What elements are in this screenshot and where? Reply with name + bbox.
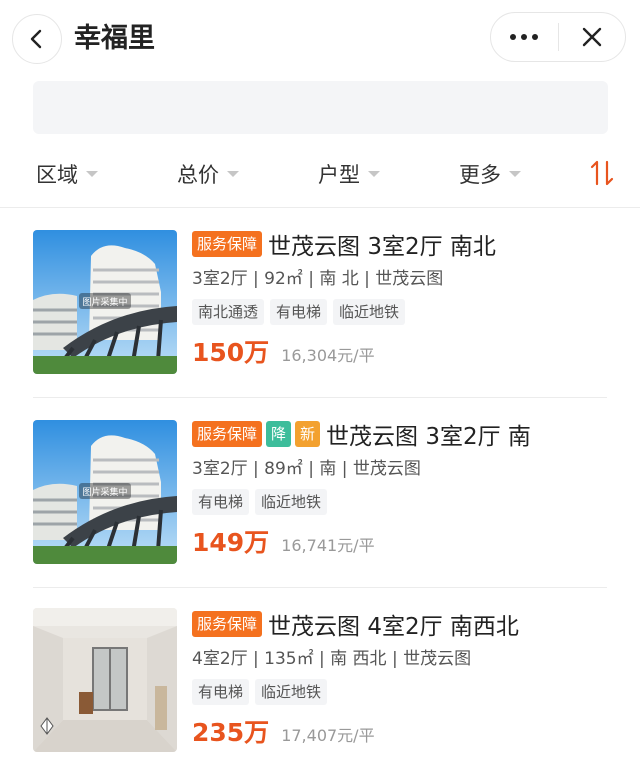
chevron-left-icon (30, 29, 42, 49)
tag: 有电梯 (270, 299, 328, 325)
building-photo: 图片采集中 (33, 420, 177, 564)
listing-thumbnail: 图片采集中 (33, 230, 177, 374)
filter-bar: 区域 总价 户型 更多 (0, 140, 640, 208)
tag: 临近地铁 (255, 489, 328, 515)
listing-meta: 3室2厅 | 92㎡ | 南 北 | 世茂云图 (192, 269, 444, 289)
price-drop-badge: 降 (266, 421, 292, 447)
total-price: 235万 (192, 718, 270, 747)
listing-info: 服务保障 世茂云图 3室2厅 南北 3室2厅 | 92㎡ | 南 北 | 世茂云… (192, 228, 616, 369)
search-area (0, 78, 640, 140)
price-row: 149万 16,741元/平 (192, 523, 616, 559)
listing-meta: 3室2厅 | 89㎡ | 南 | 世茂云图 (192, 459, 421, 479)
listing-card[interactable]: 图片采集中 服务保障 世茂云图 3室2厅 南北 3室2厅 | 92㎡ | 南 北… (0, 208, 640, 398)
filter-label: 户型 (318, 163, 360, 187)
caret-down-icon (368, 171, 380, 177)
filter-layout[interactable]: 户型 (318, 158, 380, 190)
price-row: 150万 16,304元/平 (192, 333, 616, 369)
price-row: 235万 17,407元/平 (192, 713, 616, 749)
new-badge: 新 (295, 421, 321, 447)
tag: 临近地铁 (333, 299, 406, 325)
mini-program-capsule (490, 12, 626, 62)
sort-icon (590, 160, 614, 186)
filter-total-price[interactable]: 总价 (177, 158, 239, 190)
service-badge: 服务保障 (192, 421, 263, 447)
caret-down-icon (509, 171, 521, 177)
filter-label: 更多 (459, 163, 501, 187)
filter-more[interactable]: 更多 (459, 158, 521, 190)
listing-title-row: 服务保障 世茂云图 3室2厅 南北 (192, 228, 616, 260)
unit-price: 17,407元/平 (281, 726, 375, 745)
total-price: 149万 (192, 528, 270, 557)
listing-tags: 有电梯 临近地铁 (192, 679, 616, 705)
close-icon (582, 27, 601, 47)
total-price: 150万 (192, 338, 270, 367)
unit-price: 16,741元/平 (281, 536, 375, 555)
listing-title-row: 服务保障 降 新 世茂云图 3室2厅 南 (192, 418, 616, 450)
caret-down-icon (227, 171, 239, 177)
tag: 临近地铁 (255, 679, 328, 705)
building-photo: 图片采集中 (33, 230, 177, 374)
listing-title-row: 服务保障 世茂云图 4室2厅 南西北 (192, 608, 616, 640)
service-badge: 服务保障 (192, 611, 263, 637)
tag: 南北通透 (192, 299, 265, 325)
tag: 有电梯 (192, 489, 250, 515)
service-badge: 服务保障 (192, 231, 263, 257)
more-dots-icon (510, 34, 539, 40)
page-title: 幸福里 (74, 23, 155, 54)
sort-button[interactable] (588, 156, 616, 190)
search-box[interactable] (33, 81, 608, 134)
listing-title: 世茂云图 3室2厅 南北 (268, 234, 496, 260)
listing-thumbnail (33, 608, 177, 752)
listing-title: 世茂云图 3室2厅 南 (326, 424, 531, 450)
image-caption: 图片采集中 (82, 486, 127, 498)
close-button[interactable] (559, 13, 626, 61)
listing-info: 服务保障 降 新 世茂云图 3室2厅 南 3室2厅 | 89㎡ | 南 | 世茂… (192, 418, 616, 559)
search-input[interactable] (33, 81, 608, 134)
more-button[interactable] (491, 13, 558, 61)
caret-down-icon (86, 171, 98, 177)
listing-card[interactable]: 服务保障 世茂云图 4室2厅 南西北 4室2厅 | 135㎡ | 南 西北 | … (0, 588, 640, 767)
image-caption: 图片采集中 (82, 296, 127, 308)
tag: 有电梯 (192, 679, 250, 705)
listing-tags: 有电梯 临近地铁 (192, 489, 616, 515)
room-photo (33, 608, 177, 752)
filter-region[interactable]: 区域 (36, 158, 98, 190)
listing-info: 服务保障 世茂云图 4室2厅 南西北 4室2厅 | 135㎡ | 南 西北 | … (192, 608, 616, 749)
listing-thumbnail: 图片采集中 (33, 420, 177, 564)
filter-label: 区域 (36, 163, 78, 187)
unit-price: 16,304元/平 (281, 346, 375, 365)
back-button[interactable] (12, 14, 62, 64)
listing-tags: 南北通透 有电梯 临近地铁 (192, 299, 616, 325)
listing-card[interactable]: 图片采集中 服务保障 降 新 世茂云图 3室2厅 南 3室2厅 | 89㎡ | … (0, 398, 640, 588)
nav-header: 幸福里 (0, 0, 640, 78)
listing-meta: 4室2厅 | 135㎡ | 南 西北 | 世茂云图 (192, 649, 472, 669)
listing-title: 世茂云图 4室2厅 南西北 (268, 614, 519, 640)
filter-label: 总价 (177, 163, 219, 187)
